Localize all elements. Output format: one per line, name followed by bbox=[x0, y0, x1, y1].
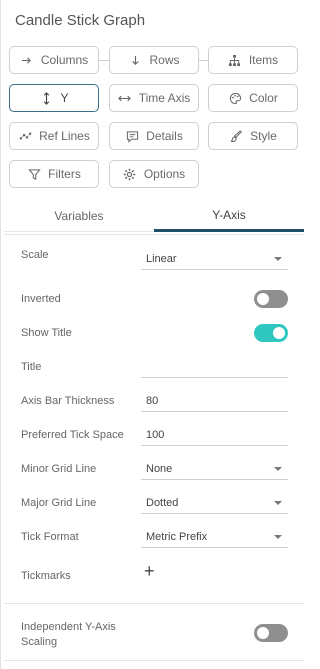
horizontal-arrows-icon bbox=[118, 91, 132, 105]
y-label: Y bbox=[60, 91, 69, 105]
filters-label: Filters bbox=[48, 167, 81, 181]
tick-format-value: Metric Prefix bbox=[146, 530, 208, 543]
arrow-right-icon bbox=[20, 53, 34, 67]
hierarchy-icon bbox=[228, 53, 242, 67]
options-label: Options bbox=[143, 167, 186, 181]
details-button[interactable]: Details bbox=[109, 122, 199, 150]
ref-lines-button[interactable]: Ref Lines bbox=[9, 122, 99, 150]
chevron-down-icon bbox=[274, 467, 282, 471]
preferred-tick-space-input[interactable]: 100 bbox=[141, 424, 288, 446]
tick-format-label: Tick Format bbox=[21, 531, 79, 543]
panel-title: Candle Stick Graph bbox=[15, 12, 146, 29]
major-grid-line-value: Dotted bbox=[146, 496, 179, 509]
style-button[interactable]: Style bbox=[208, 122, 298, 150]
scale-label: Scale bbox=[21, 249, 49, 261]
major-grid-line-dropdown[interactable]: Dotted bbox=[141, 492, 288, 514]
minor-grid-line-value: None bbox=[146, 462, 173, 475]
chevron-down-icon bbox=[274, 535, 282, 539]
style-label: Style bbox=[250, 129, 277, 143]
independent-y-axis-scaling-label: Independent Y-Axis Scaling bbox=[21, 621, 116, 648]
ref-lines-label: Ref Lines bbox=[39, 129, 90, 143]
items-button[interactable]: Items bbox=[208, 46, 298, 74]
show-title-label: Show Title bbox=[21, 327, 72, 339]
speech-bubble-icon bbox=[125, 129, 139, 143]
title-input[interactable] bbox=[141, 356, 288, 378]
axis-bar-thickness-label: Axis Bar Thickness bbox=[21, 395, 115, 407]
chevron-down-icon bbox=[274, 501, 282, 505]
filters-button[interactable]: Filters bbox=[9, 160, 99, 188]
inverted-label: Inverted bbox=[21, 293, 61, 305]
scale-dropdown[interactable]: Linear bbox=[141, 248, 288, 270]
major-grid-line-label: Major Grid Line bbox=[21, 497, 97, 509]
tab-variables[interactable]: Variables bbox=[4, 200, 154, 232]
palette-icon bbox=[228, 91, 242, 105]
inverted-toggle[interactable] bbox=[254, 290, 288, 308]
title-label: Title bbox=[21, 361, 42, 373]
y-axis-settings-section bbox=[4, 234, 304, 604]
columns-label: Columns bbox=[40, 53, 89, 67]
color-button[interactable]: Color bbox=[208, 84, 298, 112]
independent-y-axis-scaling-toggle[interactable] bbox=[254, 624, 288, 642]
show-title-toggle[interactable] bbox=[254, 324, 288, 342]
minor-grid-line-label: Minor Grid Line bbox=[21, 463, 97, 475]
vertical-arrows-icon bbox=[39, 91, 53, 105]
brush-icon bbox=[229, 129, 243, 143]
color-label: Color bbox=[249, 91, 278, 105]
connector-line bbox=[99, 60, 109, 61]
scale-value: Linear bbox=[146, 252, 177, 265]
add-tickmark-button[interactable]: + bbox=[144, 562, 155, 580]
chevron-down-icon bbox=[274, 257, 282, 261]
time-axis-label: Time Axis bbox=[138, 91, 191, 105]
time-axis-button[interactable]: Time Axis bbox=[109, 84, 199, 112]
rows-button[interactable]: Rows bbox=[109, 46, 199, 74]
tick-format-dropdown[interactable]: Metric Prefix bbox=[141, 526, 288, 548]
funnel-icon bbox=[27, 167, 41, 181]
arrow-down-icon bbox=[128, 53, 142, 67]
divider bbox=[4, 660, 304, 661]
preferred-tick-space-label: Preferred Tick Space bbox=[21, 429, 124, 441]
minor-grid-line-dropdown[interactable]: None bbox=[141, 458, 288, 480]
y-button[interactable]: Y bbox=[9, 84, 99, 112]
settings-panel: Candle Stick Graph Columns Rows Items Y … bbox=[0, 0, 306, 669]
tickmarks-label: Tickmarks bbox=[21, 570, 71, 582]
details-label: Details bbox=[146, 129, 183, 143]
tab-y-axis[interactable]: Y-Axis bbox=[154, 200, 304, 232]
rows-label: Rows bbox=[149, 53, 180, 67]
options-button[interactable]: Options bbox=[109, 160, 199, 188]
tab-bar: Variables Y-Axis bbox=[4, 200, 304, 232]
gear-icon bbox=[123, 167, 137, 181]
items-label: Items bbox=[248, 53, 279, 67]
axis-bar-thickness-input[interactable]: 80 bbox=[141, 390, 288, 412]
columns-button[interactable]: Columns bbox=[9, 46, 99, 74]
ref-lines-icon bbox=[18, 129, 32, 143]
